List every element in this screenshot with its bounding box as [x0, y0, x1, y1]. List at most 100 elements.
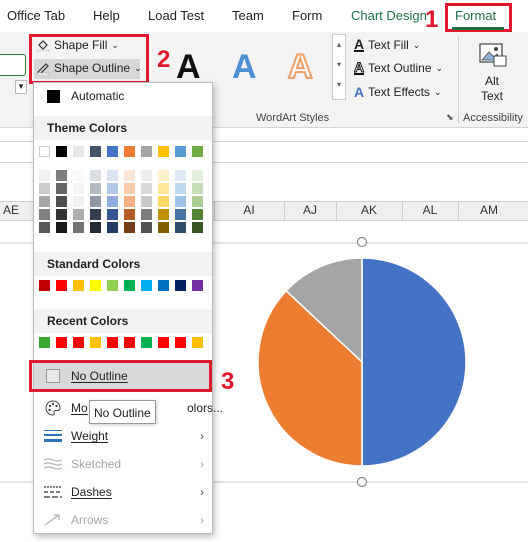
theme-shade-swatch[interactable]: [90, 222, 101, 233]
recent-color-swatch[interactable]: [39, 337, 50, 348]
theme-shade-swatch[interactable]: [73, 209, 84, 220]
text-outline-button[interactable]: A Text Outline ⌄: [353, 60, 443, 75]
theme-shade-swatch[interactable]: [73, 183, 84, 194]
recent-color-swatch[interactable]: [124, 337, 135, 348]
theme-shade-swatch[interactable]: [124, 196, 135, 207]
theme-shade-swatch[interactable]: [90, 209, 101, 220]
dialog-launcher-icon[interactable]: ⬊: [446, 112, 454, 123]
theme-shade-swatch[interactable]: [175, 222, 186, 233]
standard-color-swatch[interactable]: [124, 280, 135, 291]
tab-load-test[interactable]: Load Test: [148, 8, 204, 23]
standard-color-swatch[interactable]: [192, 280, 203, 291]
sketched-option[interactable]: Sketched ›: [34, 451, 212, 477]
column-header-ai[interactable]: AI: [214, 203, 284, 217]
standard-color-swatch[interactable]: [73, 280, 84, 291]
theme-shade-swatch[interactable]: [107, 183, 118, 194]
theme-shade-swatch[interactable]: [90, 170, 101, 181]
wordart-style-blue[interactable]: A: [232, 48, 257, 87]
theme-shade-swatch[interactable]: [56, 196, 67, 207]
theme-shade-swatch[interactable]: [73, 170, 84, 181]
recent-color-swatch[interactable]: [56, 337, 67, 348]
column-header-ak[interactable]: AK: [336, 203, 402, 217]
theme-shade-swatch[interactable]: [192, 209, 203, 220]
theme-shade-swatch[interactable]: [107, 222, 118, 233]
theme-shade-swatch[interactable]: [90, 183, 101, 194]
theme-shade-swatch[interactable]: [158, 209, 169, 220]
theme-shade-swatch[interactable]: [158, 196, 169, 207]
recent-color-swatch[interactable]: [192, 337, 203, 348]
resize-handle-bottom[interactable]: [356, 476, 368, 488]
theme-shade-swatch[interactable]: [39, 196, 50, 207]
tab-team[interactable]: Team: [232, 8, 264, 23]
theme-color-swatch[interactable]: [56, 146, 67, 157]
theme-shade-swatch[interactable]: [39, 183, 50, 194]
theme-shade-swatch[interactable]: [107, 196, 118, 207]
shape-style-scroll[interactable]: [0, 54, 26, 76]
theme-shade-swatch[interactable]: [192, 222, 203, 233]
standard-color-swatch[interactable]: [175, 280, 186, 291]
recent-color-swatch[interactable]: [141, 337, 152, 348]
theme-shade-swatch[interactable]: [158, 183, 169, 194]
theme-shade-swatch[interactable]: [124, 170, 135, 181]
theme-shade-swatch[interactable]: [175, 209, 186, 220]
theme-shade-swatch[interactable]: [141, 183, 152, 194]
theme-shade-swatch[interactable]: [56, 183, 67, 194]
pie-chart[interactable]: [257, 257, 467, 467]
theme-shade-swatch[interactable]: [175, 170, 186, 181]
theme-shade-swatch[interactable]: [192, 183, 203, 194]
tab-format[interactable]: Format: [455, 8, 496, 23]
theme-shade-swatch[interactable]: [141, 209, 152, 220]
theme-color-swatch[interactable]: [124, 146, 135, 157]
theme-shade-swatch[interactable]: [73, 196, 84, 207]
tab-chart-design[interactable]: Chart Design: [351, 8, 427, 23]
recent-color-swatch[interactable]: [175, 337, 186, 348]
recent-color-swatch[interactable]: [158, 337, 169, 348]
theme-color-swatch[interactable]: [39, 146, 50, 157]
theme-shade-swatch[interactable]: [56, 222, 67, 233]
theme-shade-swatch[interactable]: [73, 222, 84, 233]
theme-shade-swatch[interactable]: [107, 170, 118, 181]
column-header-ae[interactable]: AE: [0, 203, 22, 217]
tab-help[interactable]: Help: [93, 8, 120, 23]
standard-color-swatch[interactable]: [90, 280, 101, 291]
theme-shade-swatch[interactable]: [141, 196, 152, 207]
theme-shade-swatch[interactable]: [175, 196, 186, 207]
theme-shade-swatch[interactable]: [124, 222, 135, 233]
theme-shade-swatch[interactable]: [107, 209, 118, 220]
arrows-option[interactable]: Arrows ›: [34, 507, 212, 533]
theme-color-swatch[interactable]: [175, 146, 186, 157]
theme-color-swatch[interactable]: [192, 146, 203, 157]
recent-color-swatch[interactable]: [90, 337, 101, 348]
recent-color-swatch[interactable]: [73, 337, 84, 348]
standard-color-swatch[interactable]: [56, 280, 67, 291]
shape-style-more-button[interactable]: ▾: [15, 80, 27, 94]
theme-shade-swatch[interactable]: [90, 196, 101, 207]
theme-shade-swatch[interactable]: [192, 170, 203, 181]
standard-color-swatch[interactable]: [39, 280, 50, 291]
standard-color-swatch[interactable]: [107, 280, 118, 291]
resize-handle-top[interactable]: [356, 236, 368, 248]
theme-color-swatch[interactable]: [73, 146, 84, 157]
text-fill-button[interactable]: A Text Fill ⌄: [354, 37, 420, 52]
standard-color-swatch[interactable]: [158, 280, 169, 291]
theme-shade-swatch[interactable]: [39, 170, 50, 181]
tab-office-tab[interactable]: Office Tab: [7, 8, 65, 23]
theme-color-swatch[interactable]: [158, 146, 169, 157]
theme-shade-swatch[interactable]: [158, 222, 169, 233]
theme-shade-swatch[interactable]: [124, 209, 135, 220]
tab-form[interactable]: Form: [292, 8, 322, 23]
theme-shade-swatch[interactable]: [39, 209, 50, 220]
theme-shade-swatch[interactable]: [192, 196, 203, 207]
text-effects-button[interactable]: A Text Effects ⌄: [354, 84, 441, 100]
theme-shade-swatch[interactable]: [39, 222, 50, 233]
column-header-aj[interactable]: AJ: [284, 203, 336, 217]
dashes-option[interactable]: Dashes ›: [34, 479, 212, 505]
automatic-color-option[interactable]: Automatic: [34, 83, 212, 109]
weight-option[interactable]: Weight ›: [34, 423, 212, 449]
theme-color-swatch[interactable]: [107, 146, 118, 157]
theme-shade-swatch[interactable]: [56, 209, 67, 220]
theme-shade-swatch[interactable]: [56, 170, 67, 181]
theme-color-swatch[interactable]: [90, 146, 101, 157]
wordart-gallery-scroll[interactable]: ▴ ▾ ▾: [332, 34, 346, 100]
column-header-al[interactable]: AL: [402, 203, 458, 217]
